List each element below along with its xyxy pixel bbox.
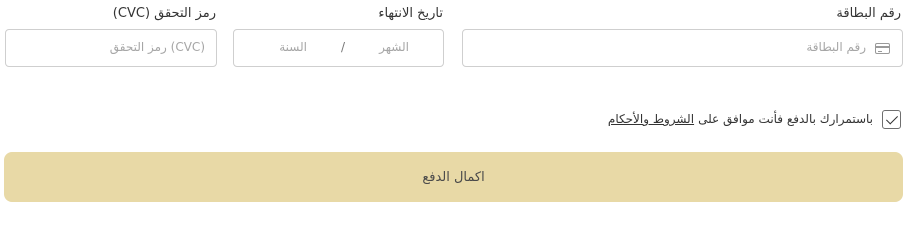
terms-row: باستمرارك بالدفع فأنت موافق على الشروط و… xyxy=(608,108,901,130)
checkmark-icon xyxy=(885,111,899,125)
expiry-label: تاريخ الانتهاء xyxy=(378,6,443,21)
credit-card-icon xyxy=(875,43,890,54)
card-number-placeholder: رقم البطاقة xyxy=(806,40,866,54)
complete-payment-label: اكمال الدفع xyxy=(422,169,485,185)
cvc-placeholder: (CVC) رمز التحقق xyxy=(109,40,205,54)
expiry-separator: / xyxy=(340,40,345,54)
expiry-input[interactable]: الشهر / السنة xyxy=(233,29,444,67)
complete-payment-button[interactable]: اكمال الدفع xyxy=(4,152,903,202)
cvc-input[interactable]: (CVC) رمز التحقق xyxy=(5,29,217,67)
expiry-month-placeholder: الشهر xyxy=(379,40,409,54)
card-number-label: رقم البطاقة xyxy=(836,6,901,21)
expiry-year-placeholder: السنة xyxy=(279,40,307,54)
cvc-label: رمز التحقق (CVC) xyxy=(112,6,216,21)
terms-text: باستمرارك بالدفع فأنت موافق على xyxy=(698,112,873,126)
card-number-input[interactable]: رقم البطاقة xyxy=(462,29,903,67)
terms-link[interactable]: الشروط والأحكام xyxy=(608,112,694,126)
terms-checkbox[interactable] xyxy=(882,109,901,129)
